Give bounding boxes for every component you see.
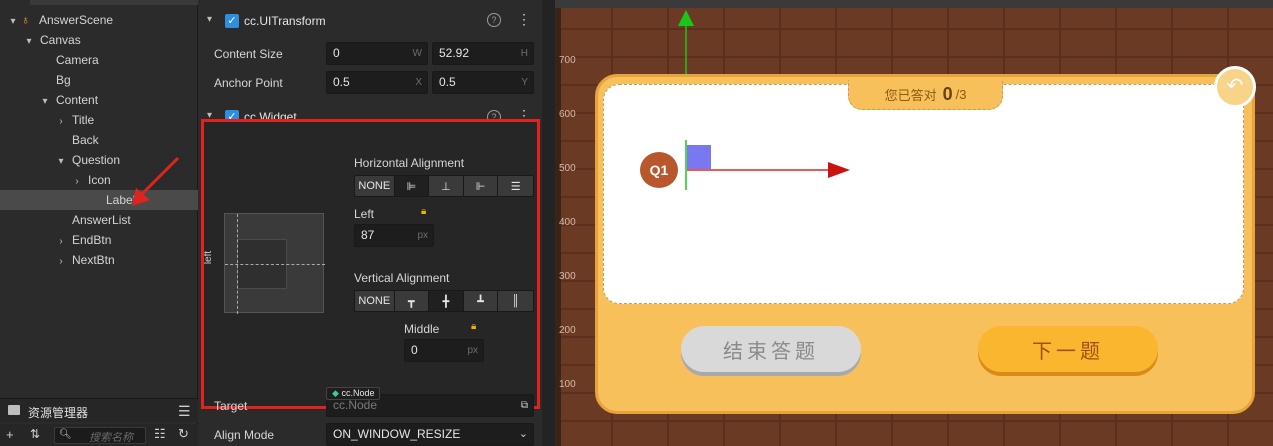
align-mode-value: ON_WINDOW_RESIZE xyxy=(333,427,461,441)
tree-item-label: Bg xyxy=(56,73,71,87)
content-width-input[interactable]: 0W xyxy=(326,42,428,65)
ruler-tick-label: 600 xyxy=(559,109,576,120)
width-suffix: W xyxy=(412,48,422,59)
back-icon[interactable]: ↶ xyxy=(1214,66,1256,108)
target-value: cc.Node xyxy=(333,398,378,412)
tree-item-camera[interactable]: Camera xyxy=(0,50,198,70)
inspector-panel: ▾ ✓ cc.UITransform ? ⋮ Content Size 0W 5… xyxy=(199,0,542,446)
scene-toolbar xyxy=(555,0,1273,8)
scene-flame-icon: ♁ xyxy=(21,13,30,27)
asset-search-box[interactable]: 🔍︎ 搜索名称 xyxy=(54,427,146,444)
highlight-box xyxy=(201,119,540,409)
tree-item-title[interactable]: › Title xyxy=(0,110,198,130)
ruler-tick-label: 300 xyxy=(559,271,576,282)
tree-item-back[interactable]: Back xyxy=(0,130,198,150)
tree-item-label: Back xyxy=(72,133,99,147)
tree-item-nextbtn[interactable]: › NextBtn xyxy=(0,250,198,270)
anchor-y-input[interactable]: 0.5 Y xyxy=(432,71,534,94)
annotation-arrow xyxy=(132,156,180,206)
anchor-x-input[interactable]: 0.5 X xyxy=(326,71,428,94)
anchor-point-label: Anchor Point xyxy=(214,76,283,90)
sort-icon[interactable]: ⇅ xyxy=(30,427,40,441)
tree-item-label: AnswerList xyxy=(72,213,131,227)
ruler-tick-label: 100 xyxy=(559,379,576,390)
expand-arrow-icon[interactable]: › xyxy=(56,112,66,132)
tree-item-label: Camera xyxy=(56,53,99,67)
tree-item-content[interactable]: ▾ Content xyxy=(0,90,198,110)
align-mode-select[interactable]: ON_WINDOW_RESIZE ⌄ xyxy=(326,423,534,446)
uitransform-title: cc.UITransform xyxy=(244,14,326,28)
anchor-y-suffix: Y xyxy=(521,77,528,88)
answered-label: 您已答对 xyxy=(884,88,937,103)
ruler-tick-label: 500 xyxy=(559,163,576,174)
content-size-label: Content Size xyxy=(214,47,283,61)
expand-arrow-icon[interactable]: ▾ xyxy=(24,32,34,52)
anchor-x-suffix: X xyxy=(415,77,422,88)
tree-item-label: Question xyxy=(72,153,121,167)
expand-arrow-icon[interactable]: › xyxy=(56,232,66,252)
refresh-icon[interactable]: ↻ xyxy=(178,426,189,442)
tree-item-label: Content xyxy=(56,93,99,107)
tree-item-label: EndBtn xyxy=(72,233,112,247)
tree-item-label: Title xyxy=(72,113,95,127)
add-icon[interactable]: + xyxy=(6,427,14,442)
uitransform-enabled-checkbox[interactable]: ✓ xyxy=(225,14,239,28)
assets-title: 资源管理器 xyxy=(28,406,89,420)
hierarchy-scroll-top xyxy=(30,0,198,5)
target-type-tag: ◆ cc.Node xyxy=(326,387,381,400)
content-height-input[interactable]: 52.92 H xyxy=(432,42,534,65)
ruler-tick-label: 400 xyxy=(559,217,576,228)
more-options-icon[interactable]: ⋮ xyxy=(517,11,531,28)
height-suffix: H xyxy=(520,48,528,59)
align-mode-label: Align Mode xyxy=(214,428,275,442)
expand-arrow-icon[interactable]: ▾ xyxy=(40,92,50,112)
question-badge: Q1 xyxy=(640,152,678,188)
tree-item-label: AnswerScene xyxy=(39,13,114,27)
tree-item-bg[interactable]: Bg xyxy=(0,70,198,90)
answered-total: /3 xyxy=(955,87,967,102)
tree-item-endbtn[interactable]: › EndBtn xyxy=(0,230,198,250)
expand-arrow-icon[interactable]: › xyxy=(72,172,82,192)
asset-search-placeholder: 搜索名称 xyxy=(89,432,133,444)
content-height-value: 52.92 xyxy=(439,46,470,60)
expand-arrow-icon[interactable]: ▾ xyxy=(56,152,66,172)
tree-item-answerscene[interactable]: ▾ ♁ AnswerScene xyxy=(0,10,198,30)
uitransform-header[interactable]: ▾ ✓ cc.UITransform ? ⋮ xyxy=(199,8,542,36)
folder-icon xyxy=(8,405,20,415)
content-width-value: 0 xyxy=(333,46,340,60)
answered-tab: 您已答对 0 /3 xyxy=(848,80,1003,110)
expand-arrow-icon[interactable]: › xyxy=(56,252,66,272)
search-icon: 🔍︎ xyxy=(59,429,72,440)
node-icon: ◆ xyxy=(332,388,339,398)
question-panel xyxy=(603,84,1244,304)
tree-item-label: NextBtn xyxy=(72,253,115,267)
target-picker-icon[interactable]: ⧉ xyxy=(521,395,528,416)
list-icon[interactable]: ☷ xyxy=(154,426,166,442)
tree-item-answerlist[interactable]: AnswerList xyxy=(0,210,198,230)
hierarchy-panel: ▾ ♁ AnswerScene ▾ Canvas Camera Bg ▾ Content › Tit… xyxy=(0,0,198,446)
target-type-text: cc.Node xyxy=(341,388,375,398)
end-quiz-button[interactable]: 结束答题 xyxy=(681,326,861,372)
inspector-scrollbar[interactable] xyxy=(542,0,555,446)
assets-toolbar: + ⇅ 🔍︎ 搜索名称 ☷ ↻ xyxy=(0,424,198,446)
tree-item-label: Canvas xyxy=(40,33,81,47)
tree-item-label: Icon xyxy=(88,173,111,187)
anchor-y-value: 0.5 xyxy=(439,75,456,89)
ruler-tick-label: 700 xyxy=(559,55,576,66)
help-icon[interactable]: ? xyxy=(487,13,501,27)
assets-header: 资源管理器 ☰ xyxy=(0,398,198,422)
target-label: Target xyxy=(214,399,248,413)
menu-icon[interactable]: ☰ xyxy=(178,403,191,420)
anchor-x-value: 0.5 xyxy=(333,75,350,89)
expand-arrow-icon[interactable]: ▾ xyxy=(8,12,18,32)
answered-count: 0 xyxy=(942,84,953,104)
next-question-button[interactable]: 下一题 xyxy=(978,326,1158,372)
ruler-tick-label: 200 xyxy=(559,325,576,336)
x-axis-gizmo[interactable] xyxy=(684,140,864,190)
collapse-arrow-icon[interactable]: ▾ xyxy=(207,14,212,25)
chevron-down-icon: ⌄ xyxy=(518,428,528,440)
tree-item-canvas[interactable]: ▾ Canvas xyxy=(0,30,198,50)
